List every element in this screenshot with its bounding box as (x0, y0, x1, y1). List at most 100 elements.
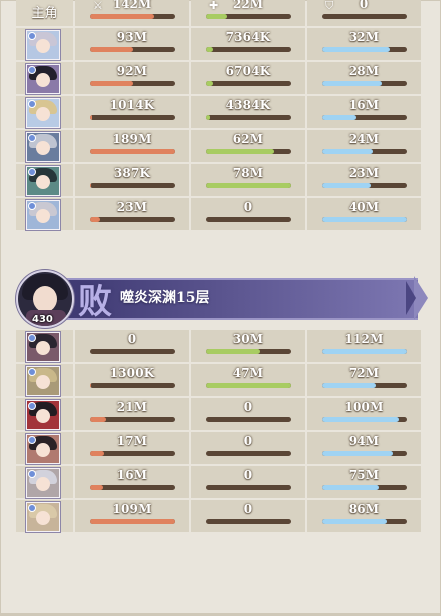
heal-cell: 30M (191, 330, 305, 362)
battle-result-banner: 败 噬炎深渊15层 430 (16, 270, 430, 328)
damage-bar (90, 47, 175, 52)
banner-arrow-icon (414, 276, 428, 320)
damage-cell: 92M (75, 62, 189, 94)
heal-bar (206, 349, 291, 354)
damage-bar (90, 115, 175, 120)
tank-value: 24M (348, 132, 380, 146)
element-icon (28, 470, 36, 478)
heal-bar (206, 149, 291, 154)
damage-bar (90, 383, 175, 388)
element-icon (28, 134, 36, 142)
heal-cell: 62M (191, 130, 305, 162)
enemy-row: 21M 0 100M (16, 398, 422, 430)
enemy-row: 0 30M 112M (16, 330, 422, 362)
tank-value: 28M (348, 64, 380, 78)
element-icon (28, 504, 36, 512)
damage-value: 16M (116, 468, 148, 482)
element-icon (28, 32, 36, 40)
tank-value: 75M (348, 468, 380, 482)
header-damage: ⚔ 142M (75, 0, 189, 26)
heal-bar (206, 383, 291, 388)
hero-portrait[interactable] (26, 200, 60, 230)
heal-value: 0 (243, 200, 253, 214)
damage-value: 189M (112, 132, 152, 146)
heal-value: 7364K (225, 30, 271, 44)
portrait-cell (16, 62, 73, 94)
damage-bar (90, 485, 175, 490)
portrait-cell (16, 198, 73, 230)
damage-bar (90, 519, 175, 524)
heal-value: 0 (243, 468, 253, 482)
damage-value: 21M (116, 400, 148, 414)
damage-cell: 21M (75, 398, 189, 430)
tank-cell: 24M (307, 130, 421, 162)
portrait-cell (16, 466, 73, 498)
hero-portrait[interactable] (26, 30, 60, 60)
hero-portrait[interactable] (26, 166, 60, 196)
tank-cell: 100M (307, 398, 421, 430)
damage-bar (90, 149, 175, 154)
heal-bar (206, 115, 291, 120)
hero-portrait[interactable] (26, 332, 60, 362)
portrait-cell (16, 398, 73, 430)
damage-bar (90, 451, 175, 456)
ally-row: 93M 7364K 32M (16, 28, 422, 60)
element-icon (28, 402, 36, 410)
element-icon (28, 436, 36, 444)
heal-cell: 0 (191, 500, 305, 532)
ally-row: 92M 6704K 28M (16, 62, 422, 94)
hero-portrait[interactable] (26, 468, 60, 498)
ally-team-stats: 主角 ⚔ 142M ✚ 22M ⛉ 0 93M 7364K 32M 92M 6704K 2… (16, 0, 422, 232)
heal-bar (206, 14, 291, 19)
heal-bar (206, 485, 291, 490)
tank-value: 94M (348, 434, 380, 448)
hero-portrait[interactable] (26, 366, 60, 396)
header-tank: ⛉ 0 (307, 0, 421, 26)
tank-value: 86M (348, 502, 380, 516)
heal-cell: 0 (191, 198, 305, 230)
tank-bar (322, 451, 407, 456)
heal-cell: 4384K (191, 96, 305, 128)
hero-portrait[interactable] (26, 64, 60, 94)
heal-value: 6704K (225, 64, 271, 78)
tank-bar (322, 47, 407, 52)
damage-bar (90, 417, 175, 422)
tank-cell: 23M (307, 164, 421, 196)
hero-portrait[interactable] (26, 98, 60, 128)
damage-cell: 1014K (75, 96, 189, 128)
ally-row: 387K 78M 23M (16, 164, 422, 196)
damage-cell: 387K (75, 164, 189, 196)
hero-portrait[interactable] (26, 502, 60, 532)
hero-portrait[interactable] (26, 400, 60, 430)
portrait-cell (16, 130, 73, 162)
heal-value: 62M (232, 132, 264, 146)
heal-value: 30M (232, 332, 264, 346)
damage-bar (90, 349, 175, 354)
element-icon (28, 66, 36, 74)
tank-total: 0 (359, 0, 369, 11)
damage-bar (90, 81, 175, 86)
damage-value: 387K (113, 166, 151, 180)
enemy-power-value: 430 (32, 314, 53, 325)
tank-value: 72M (348, 366, 380, 380)
hero-portrait[interactable] (26, 132, 60, 162)
tank-cell: 86M (307, 500, 421, 532)
damage-value: 109M (112, 502, 152, 516)
tank-bar (322, 149, 407, 154)
heal-bar (206, 417, 291, 422)
ally-row: 1014K 4384K 16M (16, 96, 422, 128)
tank-cell: 40M (307, 198, 421, 230)
banner-arrow-inner (406, 281, 416, 315)
damage-cell: 17M (75, 432, 189, 464)
damage-cell: 16M (75, 466, 189, 498)
tank-value: 40M (348, 200, 380, 214)
tank-bar (322, 115, 407, 120)
element-icon (28, 368, 36, 376)
ally-row: 189M 62M 24M (16, 130, 422, 162)
hero-portrait[interactable] (26, 434, 60, 464)
tank-cell: 16M (307, 96, 421, 128)
tank-bar (322, 383, 407, 388)
heal-cell: 0 (191, 466, 305, 498)
portrait-cell (16, 164, 73, 196)
heal-cell: 7364K (191, 28, 305, 60)
